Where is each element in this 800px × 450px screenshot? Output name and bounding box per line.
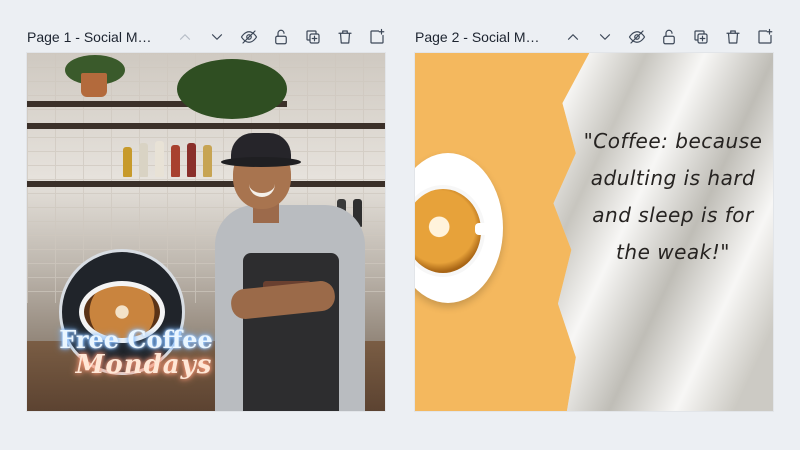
page-1-toolbar — [173, 25, 389, 49]
page-1-header: Page 1 - Social Media — [27, 24, 389, 50]
hide-page-button[interactable] — [237, 25, 261, 49]
cup-handle — [475, 223, 497, 235]
duplicate-icon — [306, 30, 320, 44]
page-2-canvas[interactable]: "Coffee: because adulting is hard and sl… — [415, 53, 773, 411]
page-2-title[interactable]: Page 2 - Social Media — [415, 29, 547, 45]
bottle — [203, 145, 212, 177]
delete-page-button[interactable] — [333, 25, 357, 49]
coffee-quote[interactable]: "Coffee: because adulting is hard and sl… — [583, 123, 763, 271]
move-page-up-button[interactable] — [561, 25, 585, 49]
bottle — [187, 143, 196, 177]
chevron-down-icon — [599, 34, 611, 40]
eye-off-icon — [628, 30, 646, 44]
barista-hat-brim — [221, 157, 301, 167]
plant-pot — [81, 73, 107, 97]
lock-page-button[interactable] — [269, 25, 293, 49]
bottle — [155, 141, 164, 177]
delete-page-button[interactable] — [721, 25, 745, 49]
page-2-header: Page 2 - Social Media — [415, 24, 777, 50]
trash-icon — [726, 30, 740, 44]
eye-off-icon — [240, 30, 258, 44]
duplicate-page-button[interactable] — [689, 25, 713, 49]
bottle — [123, 147, 132, 177]
shelf — [27, 123, 385, 129]
add-page-icon — [370, 28, 385, 44]
shelf — [27, 181, 385, 187]
bottle — [139, 143, 148, 177]
chevron-down-icon — [211, 34, 223, 40]
page-1-canvas[interactable]: Free Coffee Mondays — [27, 53, 385, 411]
move-page-up-button[interactable] — [173, 25, 197, 49]
hide-page-button[interactable] — [625, 25, 649, 49]
duplicate-icon — [694, 30, 708, 44]
promo-subtitle[interactable]: Mondays — [59, 350, 229, 380]
unlock-icon — [275, 29, 287, 45]
plant — [177, 59, 287, 119]
add-page-button[interactable] — [753, 25, 777, 49]
page-1-title[interactable]: Page 1 - Social Media — [27, 29, 159, 45]
bottle — [171, 145, 180, 177]
chevron-up-icon — [179, 34, 191, 40]
page-2-toolbar — [561, 25, 777, 49]
duplicate-page-button[interactable] — [301, 25, 325, 49]
move-page-down-button[interactable] — [205, 25, 229, 49]
trash-icon — [338, 30, 352, 44]
add-page-icon — [758, 28, 773, 44]
unlock-icon — [663, 29, 675, 45]
move-page-down-button[interactable] — [593, 25, 617, 49]
chevron-up-icon — [567, 34, 579, 40]
lock-page-button[interactable] — [657, 25, 681, 49]
add-page-button[interactable] — [365, 25, 389, 49]
barista-apron — [243, 253, 339, 411]
